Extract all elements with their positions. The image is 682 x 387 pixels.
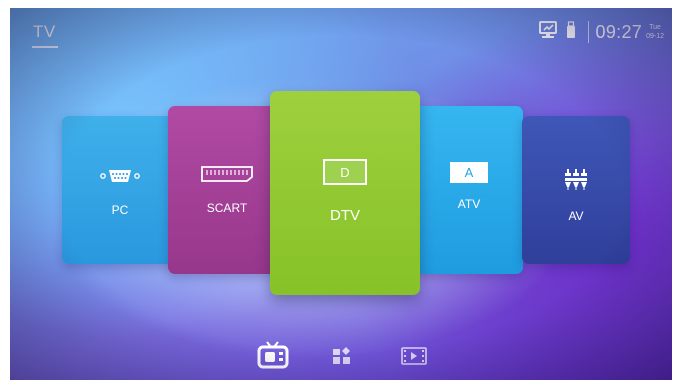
day-label: Tue <box>649 24 661 31</box>
dtv-icon: D <box>323 159 367 185</box>
status-divider <box>587 21 589 43</box>
media-icon[interactable] <box>401 347 427 370</box>
source-card-scart[interactable]: SCART <box>168 106 286 274</box>
source-card-atv[interactable]: A ATV <box>415 106 523 274</box>
source-card-av[interactable]: AV <box>522 116 630 264</box>
status-bar: 09:27 Tue 09-12 <box>538 18 664 46</box>
atv-icon: A <box>450 162 488 183</box>
source-label-scart: SCART <box>206 201 248 215</box>
source-label-av: AV <box>568 209 584 223</box>
atv-glyph: A <box>450 162 488 183</box>
vga-port-icon <box>100 168 140 189</box>
network-icon <box>538 20 558 44</box>
usb-icon <box>566 20 576 44</box>
source-label-atv: ATV <box>457 197 481 211</box>
tv-icon[interactable] <box>257 339 289 374</box>
date-label: 09-12 <box>646 33 664 40</box>
clock: 09:27 <box>595 21 643 42</box>
bottom-nav <box>10 341 672 373</box>
tv-screen: TV 09:27 Tue 09-12 PC SCART A ATV AV D D… <box>10 8 672 380</box>
scart-port-icon <box>201 166 253 187</box>
date-display: Tue 09-12 <box>646 23 664 41</box>
source-label-dtv: DTV <box>330 207 360 224</box>
av-connector-icon <box>565 168 587 195</box>
source-card-pc[interactable]: PC <box>62 116 178 264</box>
source-card-dtv[interactable]: D DTV <box>270 91 420 295</box>
apps-icon[interactable] <box>332 347 352 370</box>
dtv-glyph: D <box>323 159 367 185</box>
source-label-pc: PC <box>111 203 129 217</box>
header-title[interactable]: TV <box>33 22 56 42</box>
header-underline <box>32 46 58 48</box>
